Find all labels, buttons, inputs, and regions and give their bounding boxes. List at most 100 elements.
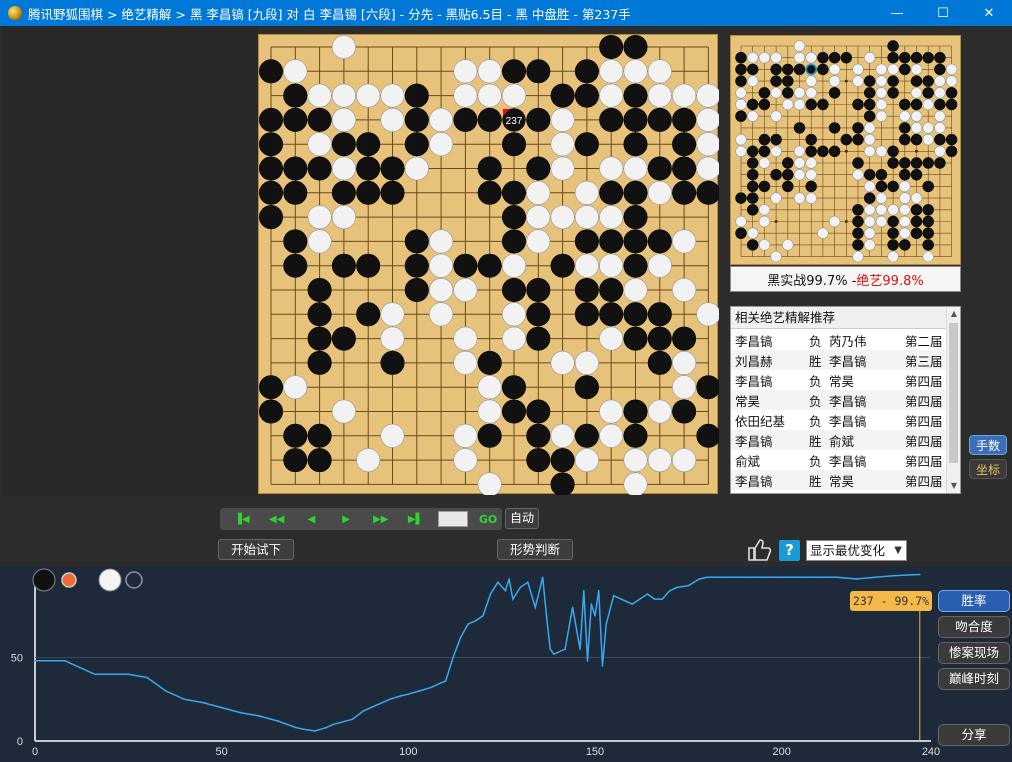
recommend-row[interactable]: 李昌镐 胜俞斌 第四届 [731,430,946,450]
move-number-input[interactable] [438,511,469,527]
recommend-row[interactable]: 李昌镐 胜常昊 第四届 [731,470,946,490]
winrate-point [370,706,372,709]
black-stone [356,253,381,278]
winrate-point [79,666,81,669]
recommend-row[interactable]: 俞斌 负李昌镐 第四届 [731,450,946,470]
white-stone [429,107,454,132]
white-stone [899,192,911,204]
fast-forward-icon[interactable]: ▶▶ [365,510,397,528]
variation-select-value: 显示最优变化 [810,543,886,558]
winrate-point [452,656,454,659]
try-play-button[interactable]: 开始试下 [218,539,294,560]
winrate-point [653,598,656,600]
winrate-point [724,576,727,579]
black-stone [910,98,923,111]
go-board[interactable]: 237 [258,34,719,495]
scroll-up-icon[interactable]: ▲ [947,307,961,321]
x-tick-label: 200 [772,746,790,758]
white-stone [770,250,782,263]
black-stone [404,253,429,278]
black-stone [910,133,923,146]
white-stone [817,227,829,239]
black-stone [910,227,923,239]
black-stone [259,156,283,181]
winrate-point [220,706,223,709]
close-button[interactable]: ✕ [966,0,1012,26]
tab-match[interactable]: 吻合度 [938,616,1010,638]
recommend-row[interactable]: 刘昌赫 胜李昌镐 第三届 [731,350,946,370]
scroll-thumb[interactable] [949,323,958,463]
prev-move-icon[interactable]: ◀ [295,510,327,528]
black-stone [747,239,759,251]
help-icon[interactable]: ? [779,540,800,561]
tab-tragedy[interactable]: 惨案现场 [938,642,1010,664]
white-stone [502,253,527,278]
next-move-icon[interactable]: ▶ [330,510,362,528]
game-result: 胜 [809,433,822,449]
fast-back-icon[interactable]: ◀◀ [261,510,293,528]
black-stone [623,107,648,132]
go-board-canvas[interactable]: 237 [259,35,719,495]
white-stone [477,375,502,400]
black-stone [899,52,911,64]
white-stone [910,87,923,99]
auto-play-button[interactable]: 自动 [505,508,539,529]
white-player: 常昊 [829,373,855,389]
white-stone [453,59,478,84]
left-panel [2,26,258,496]
winrate-point [239,711,242,714]
white-stone [945,75,958,87]
black-stone [283,253,308,278]
recommend-row[interactable]: 李昌镐 负常昊 第四届 [731,370,946,390]
black-stone [356,132,381,157]
first-move-icon[interactable]: ▐◀ [226,510,258,528]
tab-moves[interactable]: 手数 [969,435,1007,455]
judge-button[interactable]: 形势判断 [497,539,573,560]
winrate-point [471,621,473,624]
winrate-point [743,576,746,579]
winrate-point [571,606,574,609]
white-stone [887,204,899,216]
go-button[interactable]: GO [474,510,502,528]
black-player: 常昊 [735,393,761,409]
recommend-row[interactable]: 常昊 负李昌镐 第四届 [731,390,946,410]
event-name: 第四届 [905,393,943,409]
black-player: 李昌镐 [735,373,773,389]
winrate-point [183,698,186,701]
maximize-button[interactable]: ☐ [920,0,966,26]
white-stone [380,107,405,132]
white-stone [782,98,794,111]
current-move-tag: 237 - 99.7% [850,591,932,611]
winrate-point [564,648,566,650]
scroll-down-icon[interactable]: ▼ [947,479,961,493]
list-scrollbar[interactable]: ▲ ▼ [946,307,960,493]
black-stone [735,75,747,87]
black-stone [922,215,934,228]
white-stone [356,83,381,108]
black-stone [526,448,551,473]
recommend-row[interactable]: 李昌镐 负芮乃伟 第二届 [731,330,946,350]
last-move-icon[interactable]: ▶▌ [400,510,432,528]
recommend-list[interactable]: 相关绝艺精解推荐 李昌镐负芮乃伟 第二届 刘昌赫胜李昌镐 第三届 李昌镐负常昊 第四届 常昊… [730,306,961,494]
variation-select[interactable]: 显示最优变化 ▼ [806,540,907,561]
tab-peak[interactable]: 巅峰时刻 [938,668,1010,690]
white-stone [429,132,454,157]
black-stone [672,156,697,181]
winrate-point [620,598,622,600]
minimize-button[interactable]: — [874,0,920,26]
recommend-row[interactable]: 依田纪基 负李昌镐 第四届 [731,410,946,430]
black-stone [945,98,958,111]
white-stone [875,145,888,158]
black-stone [852,133,864,146]
tab-coords[interactable]: 坐标 [969,459,1007,479]
black-stone [875,180,888,193]
winrate-point [164,690,167,692]
share-button[interactable]: 分享 [938,724,1010,746]
white-stone [380,302,405,327]
white-stone [793,87,806,99]
thumbs-up-icon[interactable] [746,538,772,562]
tab-winrate[interactable]: 胜率 [938,590,1010,612]
white-stone [477,399,502,424]
black-stone [283,107,308,132]
winrate-point [698,578,701,580]
